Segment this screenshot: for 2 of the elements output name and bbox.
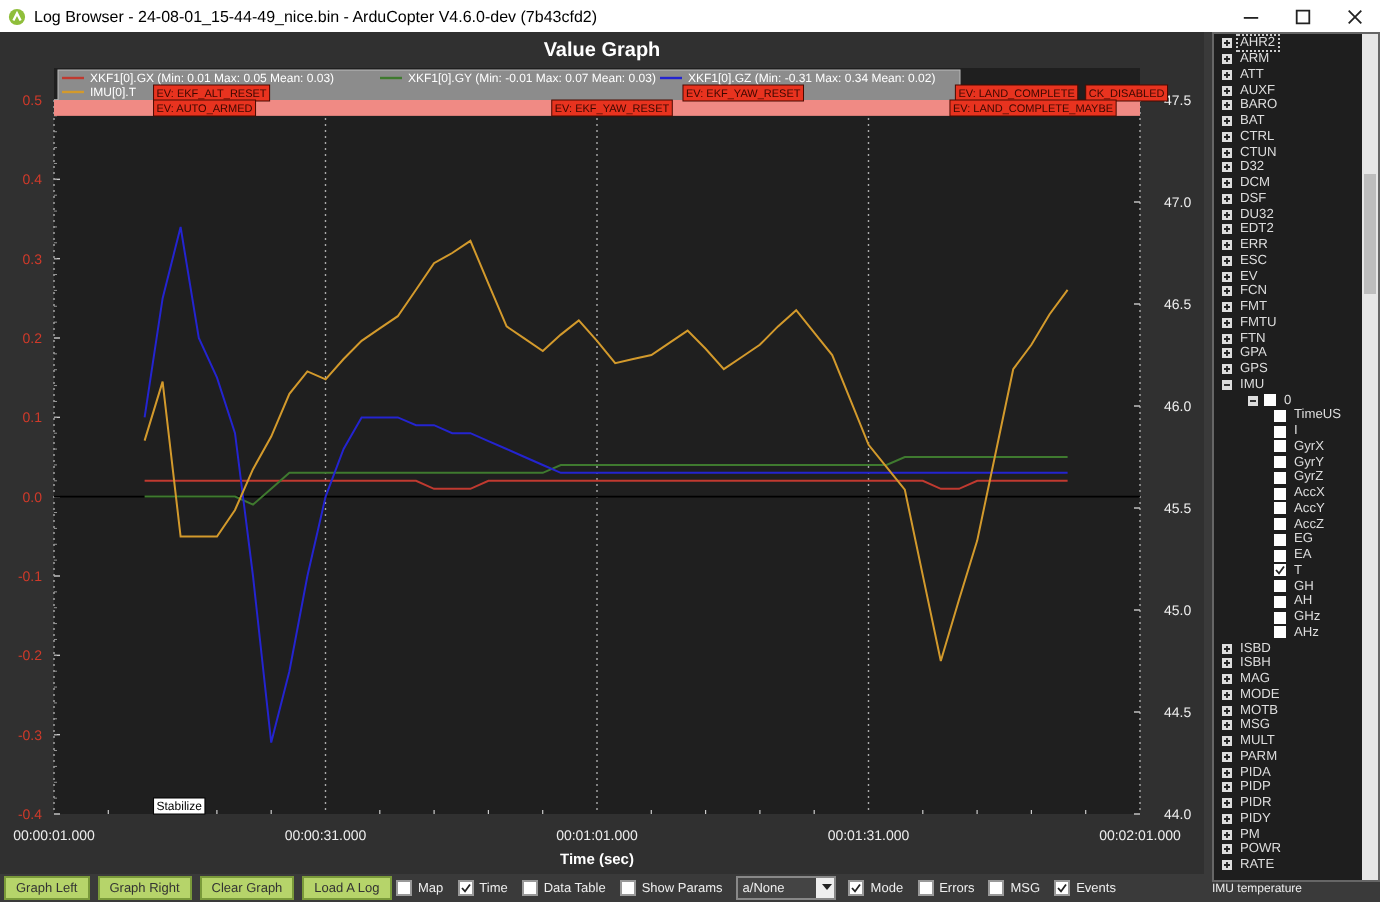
window-title: Log Browser - 24-08-01_15-44-49_nice.bin - ArduCopter V4.6.0-dev (7b43cfd2) — [34, 7, 599, 25]
chart-title: Value Graph — [543, 40, 661, 62]
